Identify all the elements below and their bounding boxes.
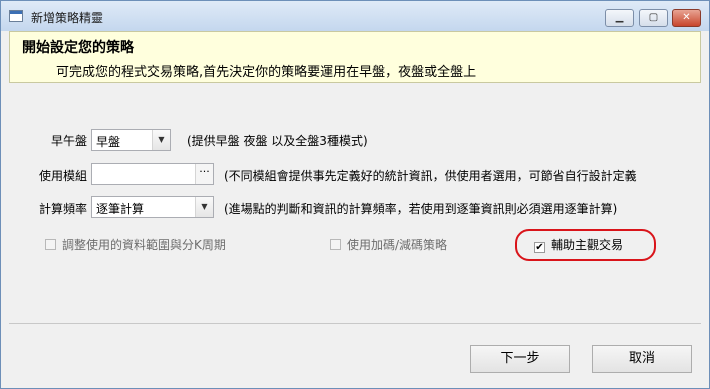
frequency-hint: (進場點的判斷和資訊的計算頻率，若使用到逐筆資訊則必須選用逐筆計算): [224, 202, 618, 216]
checkbox-box[interactable]: [330, 239, 341, 250]
session-hint: (提供早盤 夜盤 以及全盤3種模式): [187, 134, 368, 148]
cancel-button[interactable]: 取消: [592, 345, 692, 373]
session-label: 早午盤: [50, 134, 87, 148]
maximize-button[interactable]: ▢: [639, 9, 668, 27]
module-input[interactable]: ···: [91, 163, 214, 185]
chevron-down-icon[interactable]: ▼: [152, 130, 170, 150]
module-hint: (不同模組會提供事先定義好的統計資訊，供使用者選用，可節省自行設計定義: [224, 169, 637, 183]
adjust-data-range-checkbox[interactable]: 調整使用的資料範圍與分K周期: [45, 236, 226, 253]
next-button[interactable]: 下一步: [470, 345, 570, 373]
module-browse-button[interactable]: ···: [195, 164, 213, 184]
module-label: 使用模組: [38, 169, 87, 183]
wizard-window: 新增策略精靈 ▁ ▢ ✕ 開始設定您的策略 可完成您的程式交易策略,首先決定你的…: [0, 0, 710, 389]
checkbox-box[interactable]: [45, 239, 56, 250]
checkbox-label: 調整使用的資料範圍與分K周期: [62, 238, 226, 252]
frequency-label: 計算頻率: [38, 202, 87, 216]
title-bar[interactable]: 新增策略精靈 ▁ ▢ ✕: [1, 1, 709, 31]
header-subtitle: 可完成您的程式交易策略,首先決定你的策略要運用在早盤，夜盤或全盤上: [56, 65, 477, 80]
footer-divider: [9, 323, 701, 324]
app-window-icon: [9, 10, 23, 22]
header-panel: 開始設定您的策略 可完成您的程式交易策略,首先決定你的策略要運用在早盤，夜盤或全…: [9, 31, 701, 83]
minimize-button[interactable]: ▁: [605, 9, 634, 27]
session-select-value: 早盤: [96, 135, 121, 149]
window-title: 新增策略精靈: [31, 11, 104, 25]
session-select[interactable]: 早盤 ▼: [91, 129, 171, 151]
header-title: 開始設定您的策略: [22, 40, 134, 56]
close-button[interactable]: ✕: [672, 9, 701, 27]
highlight-annotation: [515, 229, 656, 261]
checkbox-label: 使用加碼/減碼策略: [347, 238, 448, 252]
chevron-down-icon[interactable]: ▼: [195, 197, 213, 217]
frequency-select-value: 逐筆計算: [96, 202, 145, 216]
scaling-strategy-checkbox[interactable]: 使用加碼/減碼策略: [330, 236, 447, 253]
frequency-select[interactable]: 逐筆計算 ▼: [91, 196, 214, 218]
